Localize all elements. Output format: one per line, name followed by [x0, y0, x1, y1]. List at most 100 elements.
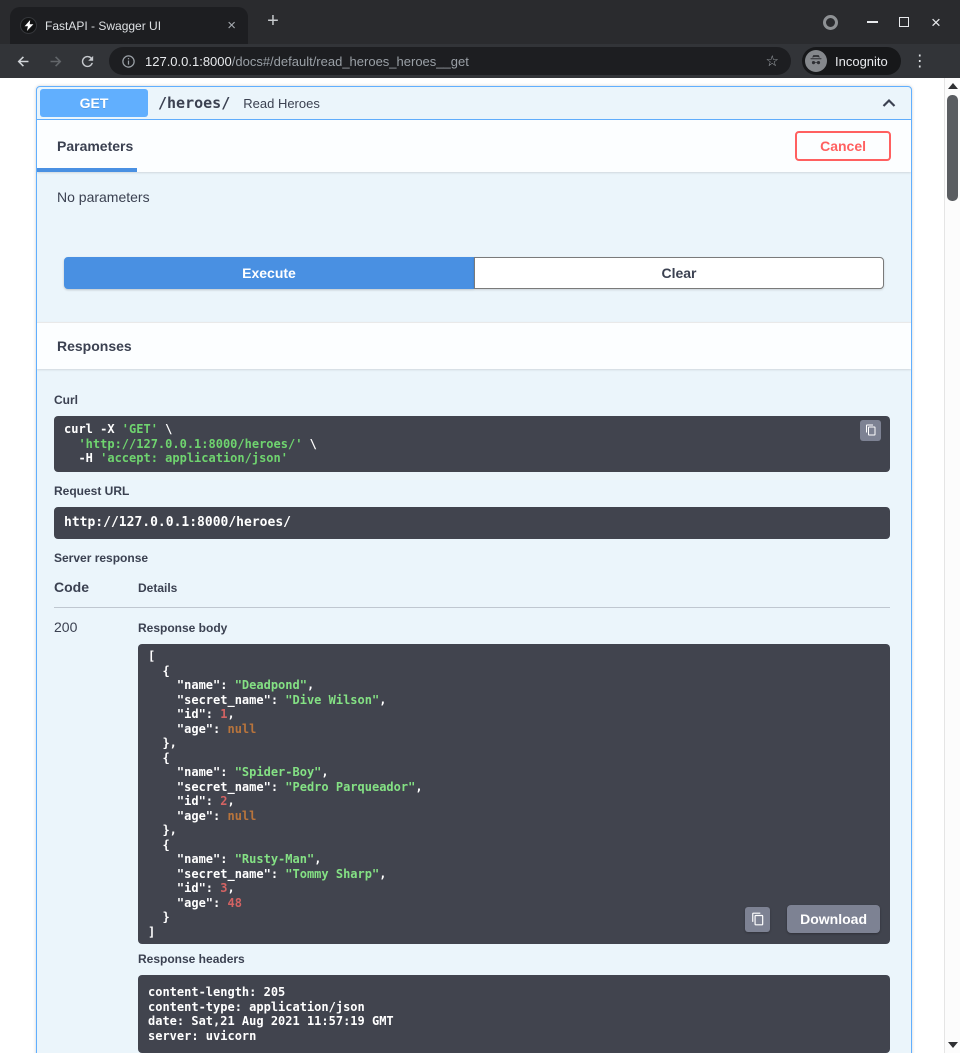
code-line: 'http://127.0.0.1:8000/heroes/' \ — [64, 437, 880, 452]
browser-toolbar: 127.0.0.1:8000/docs#/default/read_heroes… — [0, 44, 960, 78]
url-text: 127.0.0.1:8000/docs#/default/read_heroes… — [145, 54, 469, 69]
code-line: }, — [148, 736, 880, 751]
code-line: server: uvicorn — [148, 1029, 880, 1044]
maximize-button[interactable] — [888, 0, 920, 44]
response-headers-label: Response headers — [138, 952, 890, 966]
forward-arrow-icon — [47, 53, 64, 70]
curl-block: curl -X 'GET' \ 'http://127.0.0.1:8000/h… — [54, 416, 890, 472]
code-line: "id": 2, — [148, 794, 880, 809]
incognito-icon — [805, 50, 827, 72]
code-line: date: Sat,21 Aug 2021 11:57:19 GMT — [148, 1014, 880, 1029]
back-arrow-icon — [15, 53, 32, 70]
response-details: Response body [ { "name": "Deadpond", "s… — [138, 619, 890, 1053]
request-url-label: Request URL — [54, 484, 890, 498]
response-body-controls: Download — [745, 905, 880, 933]
code-line: "age": null — [148, 722, 880, 737]
close-icon: × — [931, 14, 941, 31]
code-line: "secret_name": "Pedro Parqueador", — [148, 780, 880, 795]
clear-button[interactable]: Clear — [474, 257, 884, 289]
endpoint-summary: Read Heroes — [243, 96, 879, 111]
collapse-chevron-icon[interactable] — [879, 93, 899, 113]
response-code: 200 — [54, 619, 138, 1053]
new-tab-button[interactable]: + — [262, 11, 284, 33]
url-path: /docs#/default/read_heroes_heroes__get — [232, 54, 469, 69]
code-line: "secret_name": "Tommy Sharp", — [148, 867, 880, 882]
browser-tab[interactable]: FastAPI - Swagger UI × — [10, 7, 248, 44]
code-line: "name": "Spider-Boy", — [148, 765, 880, 780]
response-table: Code Details 200 Response body [ { "name… — [54, 579, 890, 1053]
code-line: curl -X 'GET' \ — [64, 422, 880, 437]
tab-close-icon[interactable]: × — [223, 17, 240, 34]
download-button[interactable]: Download — [787, 905, 880, 933]
request-url-block: http://127.0.0.1:8000/heroes/ — [54, 507, 890, 540]
opblock-summary[interactable]: GET /heroes/ Read Heroes — [37, 87, 911, 120]
scrollbar-down-arrow[interactable] — [948, 1042, 958, 1048]
address-bar[interactable]: 127.0.0.1:8000/docs#/default/read_heroes… — [109, 47, 791, 75]
parameters-header: Parameters Cancel — [37, 120, 911, 172]
site-info-icon[interactable] — [121, 54, 136, 69]
fastapi-favicon — [20, 17, 37, 34]
response-headers-block: content-length: 205content-type: applica… — [138, 975, 890, 1053]
window-controls: × — [823, 0, 952, 44]
copy-curl-button[interactable] — [860, 420, 881, 441]
browser-menu-button[interactable]: ⋮ — [910, 51, 930, 71]
endpoint-path: /heroes/ — [158, 94, 230, 112]
clipboard-icon — [865, 424, 877, 436]
method-badge: GET — [40, 89, 148, 117]
reload-button[interactable] — [74, 48, 100, 74]
scrollbar[interactable] — [944, 78, 960, 1053]
code-line: { — [148, 751, 880, 766]
swagger-page: GET /heroes/ Read Heroes Parameters Canc… — [0, 78, 944, 1053]
code-line: -H 'accept: application/json' — [64, 451, 880, 466]
code-line: "age": null — [148, 809, 880, 824]
code-line: "id": 3, — [148, 881, 880, 896]
responses-title: Responses — [57, 338, 132, 354]
response-row: 200 Response body [ { "name": "Deadpond"… — [54, 608, 890, 1053]
incognito-label: Incognito — [835, 54, 888, 69]
curl-label: Curl — [54, 393, 890, 407]
responses-header: Responses — [37, 322, 911, 369]
code-line: { — [148, 838, 880, 853]
code-line: content-length: 205 — [148, 985, 880, 1000]
response-body-label: Response body — [138, 621, 890, 635]
code-line: [ — [148, 649, 880, 664]
clipboard-icon — [751, 912, 765, 926]
response-body-block: [ { "name": "Deadpond", "secret_name": "… — [138, 644, 890, 944]
minimize-button[interactable] — [856, 0, 888, 44]
browser-status-icon[interactable] — [823, 15, 838, 30]
cancel-button[interactable]: Cancel — [795, 131, 891, 161]
back-button[interactable] — [10, 48, 36, 74]
maximize-icon — [899, 17, 909, 27]
tab-title: FastAPI - Swagger UI — [45, 19, 223, 33]
no-parameters-text: No parameters — [57, 189, 891, 205]
opblock-get-heroes: GET /heroes/ Read Heroes Parameters Canc… — [36, 86, 912, 1053]
url-host: 127.0.0.1:8000 — [145, 54, 232, 69]
browser-chrome: FastAPI - Swagger UI × + × 127.0.0.1:80 — [0, 0, 960, 78]
tab-strip: FastAPI - Swagger UI × + × — [0, 0, 960, 44]
code-line: content-type: application/json — [148, 1000, 880, 1015]
copy-response-button[interactable] — [745, 907, 770, 932]
server-response-label: Server response — [54, 551, 890, 565]
incognito-badge: Incognito — [802, 47, 901, 75]
lightning-bolt-icon — [24, 20, 34, 31]
execute-button[interactable]: Execute — [64, 257, 474, 289]
scrollbar-thumb[interactable] — [947, 95, 958, 201]
forward-button[interactable] — [42, 48, 68, 74]
tab-parameters[interactable]: Parameters — [57, 138, 133, 154]
code-line: }, — [148, 823, 880, 838]
code-line: "secret_name": "Dive Wilson", — [148, 693, 880, 708]
response-table-header: Code Details — [54, 579, 890, 608]
code-line: "id": 1, — [148, 707, 880, 722]
response-body-json: [ { "name": "Deadpond", "secret_name": "… — [148, 649, 880, 939]
bookmark-star-icon[interactable]: ☆ — [766, 52, 779, 70]
code-column-header: Code — [54, 579, 138, 595]
active-tab-underline — [37, 168, 137, 172]
responses-body: Curl curl -X 'GET' \ 'http://127.0.0.1:8… — [37, 393, 911, 1053]
scrollbar-up-arrow[interactable] — [948, 83, 958, 89]
minimize-icon — [867, 21, 878, 23]
code-line: "name": "Deadpond", — [148, 678, 880, 693]
close-button[interactable]: × — [920, 0, 952, 44]
details-column-header: Details — [138, 579, 177, 595]
reload-icon — [79, 53, 96, 70]
code-line: "name": "Rusty-Man", — [148, 852, 880, 867]
